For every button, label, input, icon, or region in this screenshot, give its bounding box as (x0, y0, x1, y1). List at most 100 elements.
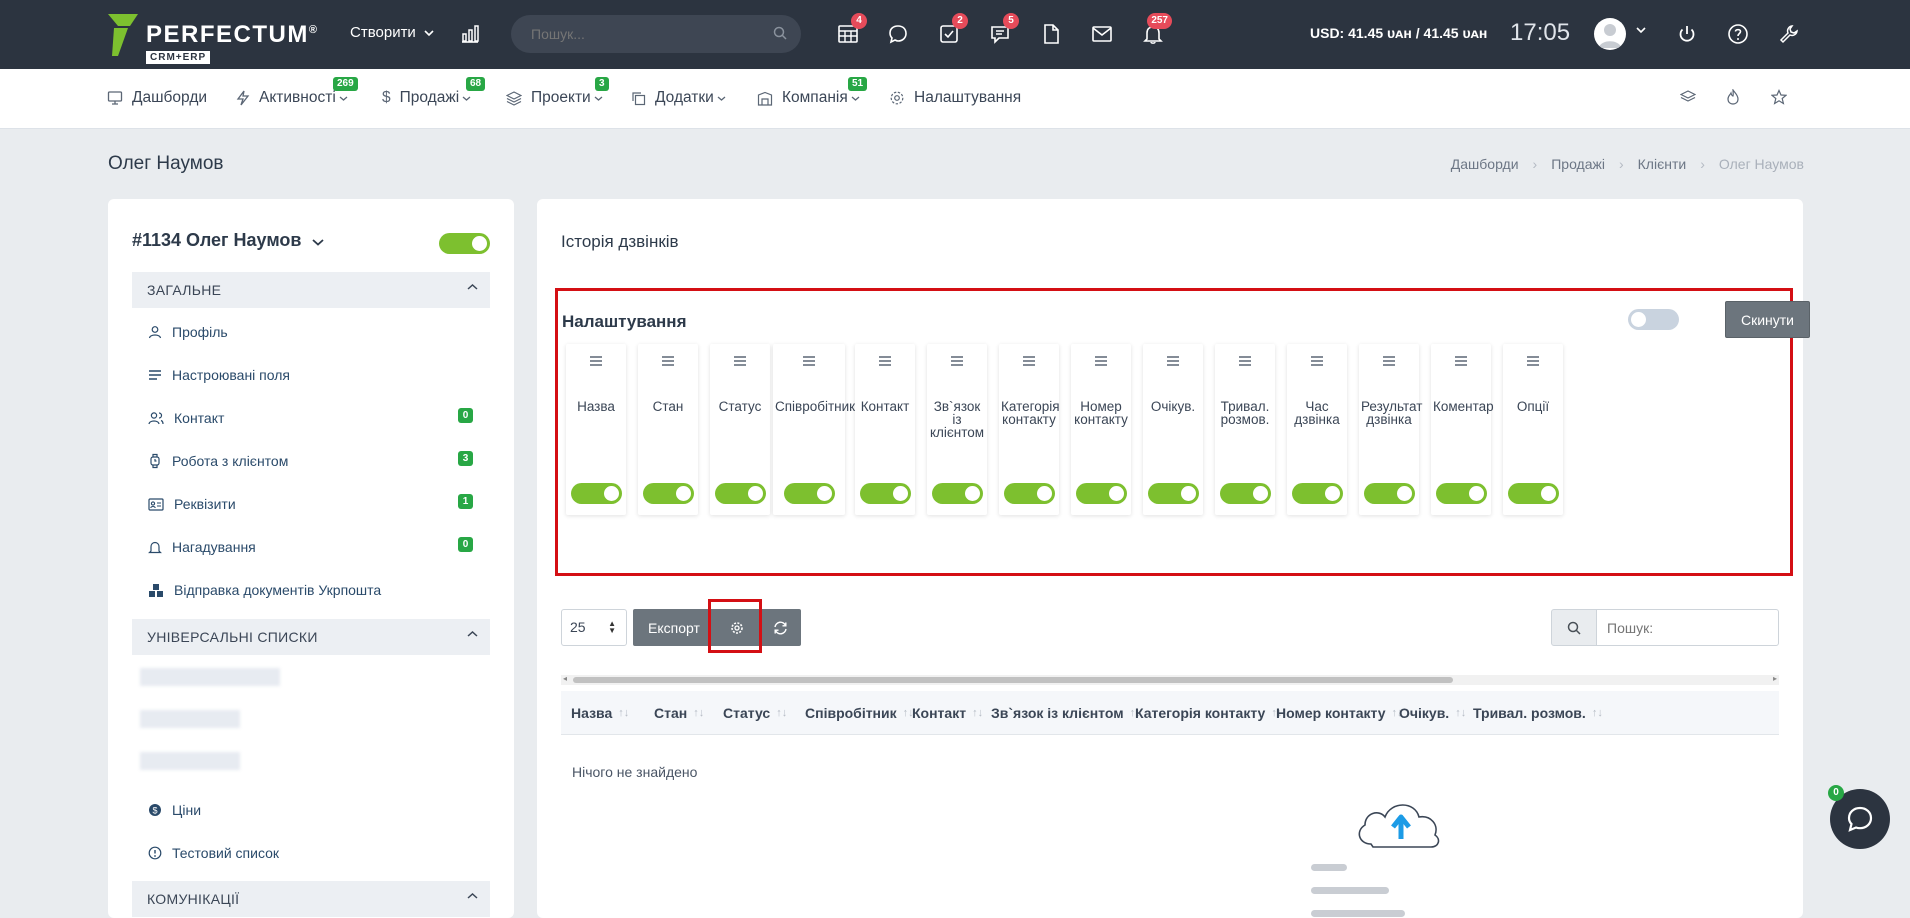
horizontal-scrollbar[interactable]: ◂ ▸ (561, 674, 1779, 685)
column-setting-card[interactable]: Стан (638, 344, 698, 515)
menu-item-requisites[interactable]: Реквізити (148, 496, 236, 512)
column-visibility-toggle[interactable] (1436, 483, 1487, 504)
table-search-input[interactable] (1596, 609, 1779, 646)
column-setting-card[interactable]: Зв`язок із клієнтом (927, 344, 987, 515)
breadcrumb-link[interactable]: Дашборди (1451, 156, 1519, 172)
column-header[interactable]: Зв`язок із клієнтом ↑↓ (991, 705, 1141, 721)
column-visibility-toggle[interactable] (1076, 483, 1127, 504)
scroll-right-icon[interactable]: ▸ (1773, 674, 1777, 683)
nav-item-company[interactable]: Компанія 51 (757, 77, 868, 107)
stack-icon[interactable] (1679, 89, 1697, 109)
star-icon[interactable] (1770, 89, 1788, 109)
column-setting-card[interactable]: Категорія контакту (999, 344, 1060, 515)
checklist-icon[interactable]: 2 (935, 13, 968, 48)
drag-handle-icon[interactable] (566, 356, 626, 366)
section-universal[interactable]: УНІВЕРСАЛЬНІ СПИСКИ (132, 619, 490, 655)
nav-item-activities[interactable]: Активності 269 (236, 77, 358, 107)
reset-button[interactable]: Скинути (1725, 301, 1810, 338)
column-header[interactable]: Назва ↑↓ (571, 705, 629, 721)
column-setting-card[interactable]: Контакт (855, 344, 915, 515)
scroll-left-icon[interactable]: ◂ (563, 674, 567, 683)
document-icon[interactable] (1037, 20, 1065, 48)
chat-widget-button[interactable]: 0 (1828, 785, 1890, 849)
drag-handle-icon[interactable] (773, 356, 845, 366)
scrollbar-thumb[interactable] (573, 677, 1453, 683)
create-dropdown[interactable]: Створити (350, 24, 434, 41)
column-visibility-toggle[interactable] (1508, 483, 1559, 504)
chevron-down-icon[interactable] (1636, 26, 1646, 34)
perfectum-logo[interactable]: PERFECTUM® CRM+ERP (106, 12, 318, 64)
fire-icon[interactable] (1726, 88, 1740, 109)
menu-item-contact[interactable]: Контакт (148, 410, 224, 426)
blurred-list-item[interactable] (140, 710, 240, 728)
column-header[interactable]: Співробітник ↑↓ (805, 705, 914, 721)
column-setting-card[interactable]: Співробітник (773, 344, 855, 515)
export-button[interactable]: Експорт (633, 609, 715, 646)
drag-handle-icon[interactable] (1287, 356, 1347, 366)
menu-item-test-list[interactable]: Тестовий список (148, 845, 279, 861)
menu-item-client-work[interactable]: Робота з клієнтом (148, 453, 288, 469)
column-header[interactable]: Номер контакту ↑↓ (1276, 705, 1403, 721)
user-avatar[interactable] (1594, 18, 1626, 50)
section-general[interactable]: ЗАГАЛЬНЕ (132, 272, 490, 308)
column-visibility-toggle[interactable] (1004, 483, 1055, 504)
column-header[interactable]: Статус ↑↓ (723, 705, 787, 721)
nav-item-dashboards[interactable]: Дашборди (107, 89, 207, 107)
mail-icon[interactable] (1088, 20, 1116, 48)
column-setting-card[interactable]: Очікув. (1143, 344, 1203, 515)
column-setting-card[interactable]: Назва (566, 344, 626, 515)
column-setting-card[interactable]: Номер контакту (1071, 344, 1131, 515)
column-visibility-toggle[interactable] (1364, 483, 1415, 504)
drag-handle-icon[interactable] (1071, 356, 1131, 366)
menu-item-ukrposhta[interactable]: Відправка документів Укрпошта (148, 582, 381, 598)
wrench-icon[interactable] (1775, 20, 1803, 48)
column-visibility-toggle[interactable] (860, 483, 911, 504)
nav-item-projects[interactable]: Проекти 3 (506, 77, 609, 107)
menu-item-profile[interactable]: Профіль (148, 324, 228, 340)
client-active-toggle[interactable] (439, 233, 490, 254)
refresh-button[interactable] (759, 609, 801, 646)
nav-item-settings[interactable]: Налаштування (889, 89, 1021, 107)
column-visibility-toggle[interactable] (571, 483, 622, 504)
bell-icon[interactable]: 257 (1139, 13, 1172, 48)
breadcrumb-link[interactable]: Клієнти (1638, 156, 1687, 172)
drag-handle-icon[interactable] (1431, 356, 1491, 366)
column-header[interactable]: Тривал. розмов. ↑↓ (1473, 705, 1603, 721)
column-visibility-toggle[interactable] (715, 483, 766, 504)
drag-handle-icon[interactable] (710, 356, 770, 366)
client-dropdown[interactable]: #1134 Олег Наумов (132, 230, 325, 251)
column-setting-card[interactable]: Статус (710, 344, 770, 515)
menu-item-prices[interactable]: $ Ціни (148, 802, 201, 818)
chat-bubble-icon[interactable] (884, 20, 912, 48)
global-search-input[interactable] (511, 15, 741, 53)
column-header[interactable]: Стан ↑↓ (654, 705, 704, 721)
column-header[interactable]: Категорія контакту ↑↓ (1135, 705, 1282, 721)
column-visibility-toggle[interactable] (1292, 483, 1343, 504)
global-search[interactable] (511, 15, 801, 53)
column-visibility-toggle[interactable] (1148, 483, 1199, 504)
help-icon[interactable] (1724, 20, 1752, 48)
menu-item-reminders[interactable]: Нагадування (148, 539, 256, 555)
column-setting-card[interactable]: Опції (1503, 344, 1563, 515)
section-communications[interactable]: КОМУНІКАЦІЇ (132, 881, 490, 917)
column-setting-card[interactable]: Результат дзвінка (1359, 344, 1422, 515)
drag-handle-icon[interactable] (999, 356, 1059, 366)
comments-icon[interactable]: 5 (986, 13, 1019, 48)
nav-item-addons[interactable]: Додатки (631, 89, 726, 107)
column-header[interactable]: Контакт ↑↓ (912, 705, 983, 721)
drag-handle-icon[interactable] (927, 356, 987, 366)
drag-handle-icon[interactable] (1503, 356, 1563, 366)
column-visibility-toggle[interactable] (643, 483, 694, 504)
blurred-list-item[interactable] (140, 668, 280, 686)
drag-handle-icon[interactable] (1143, 356, 1203, 366)
settings-master-toggle[interactable] (1628, 309, 1679, 330)
column-header[interactable]: Очікув. ↑↓ (1399, 705, 1466, 721)
column-visibility-toggle[interactable] (1220, 483, 1271, 504)
menu-item-custom-fields[interactable]: Настроювані поля (148, 367, 290, 383)
column-visibility-toggle[interactable] (784, 483, 835, 504)
column-visibility-toggle[interactable] (932, 483, 983, 504)
drag-handle-icon[interactable] (638, 356, 698, 366)
bar-chart-icon[interactable] (460, 24, 480, 48)
column-setting-card[interactable]: Час дзвінка (1287, 344, 1347, 515)
drag-handle-icon[interactable] (1215, 356, 1275, 366)
